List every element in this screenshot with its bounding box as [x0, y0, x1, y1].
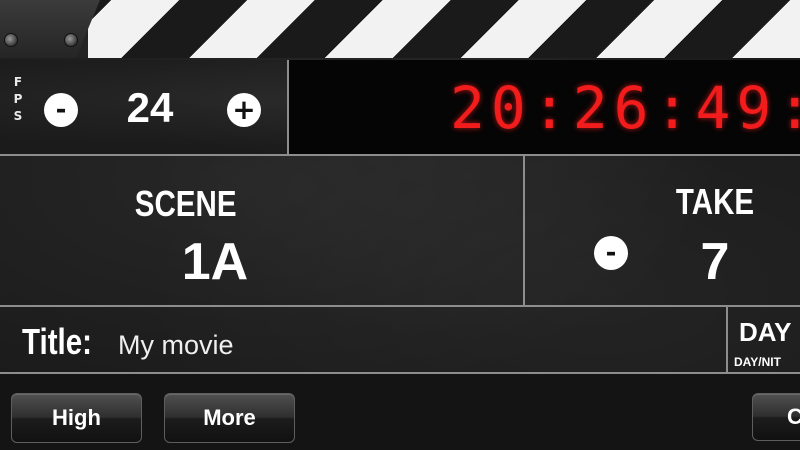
scene-value[interactable]: 1A: [160, 232, 270, 292]
hinge-screw-icon: [4, 33, 18, 47]
minus-icon: -: [605, 238, 617, 268]
clapper-stick[interactable]: [0, 0, 800, 58]
minus-icon: -: [55, 95, 67, 125]
fps-letter: P: [13, 92, 23, 106]
fps-label: F P S: [12, 74, 24, 125]
clapper-hinge: [0, 0, 100, 58]
take-value[interactable]: 7: [685, 232, 745, 292]
fps-letter: S: [13, 109, 23, 123]
take-decrement-button[interactable]: -: [594, 236, 628, 270]
title-label: Title:: [22, 321, 92, 362]
fps-decrement-button[interactable]: -: [44, 93, 78, 127]
timecode-display[interactable]: 20:26:49:: [450, 72, 800, 144]
divider: [523, 156, 525, 306]
divider: [287, 60, 289, 155]
title-input[interactable]: My movie: [118, 330, 234, 360]
more-button[interactable]: More: [164, 393, 295, 443]
scene-label: SCENE: [134, 183, 237, 224]
fps-increment-button[interactable]: +: [227, 93, 261, 127]
plus-icon: +: [232, 93, 256, 126]
right-button-partial[interactable]: C: [752, 393, 800, 441]
fps-letter: F: [13, 75, 23, 89]
day-night-value[interactable]: DAY: [739, 318, 792, 346]
clapper-stripes: [88, 0, 800, 58]
divider: [726, 307, 728, 373]
divider: [0, 154, 800, 156]
high-button[interactable]: High: [11, 393, 142, 443]
divider: [0, 305, 800, 307]
hinge-screw-icon: [64, 33, 78, 47]
fps-value: 24: [126, 84, 174, 131]
take-label: TAKE: [675, 181, 755, 222]
day-night-label: DAY/NIT: [734, 355, 781, 369]
